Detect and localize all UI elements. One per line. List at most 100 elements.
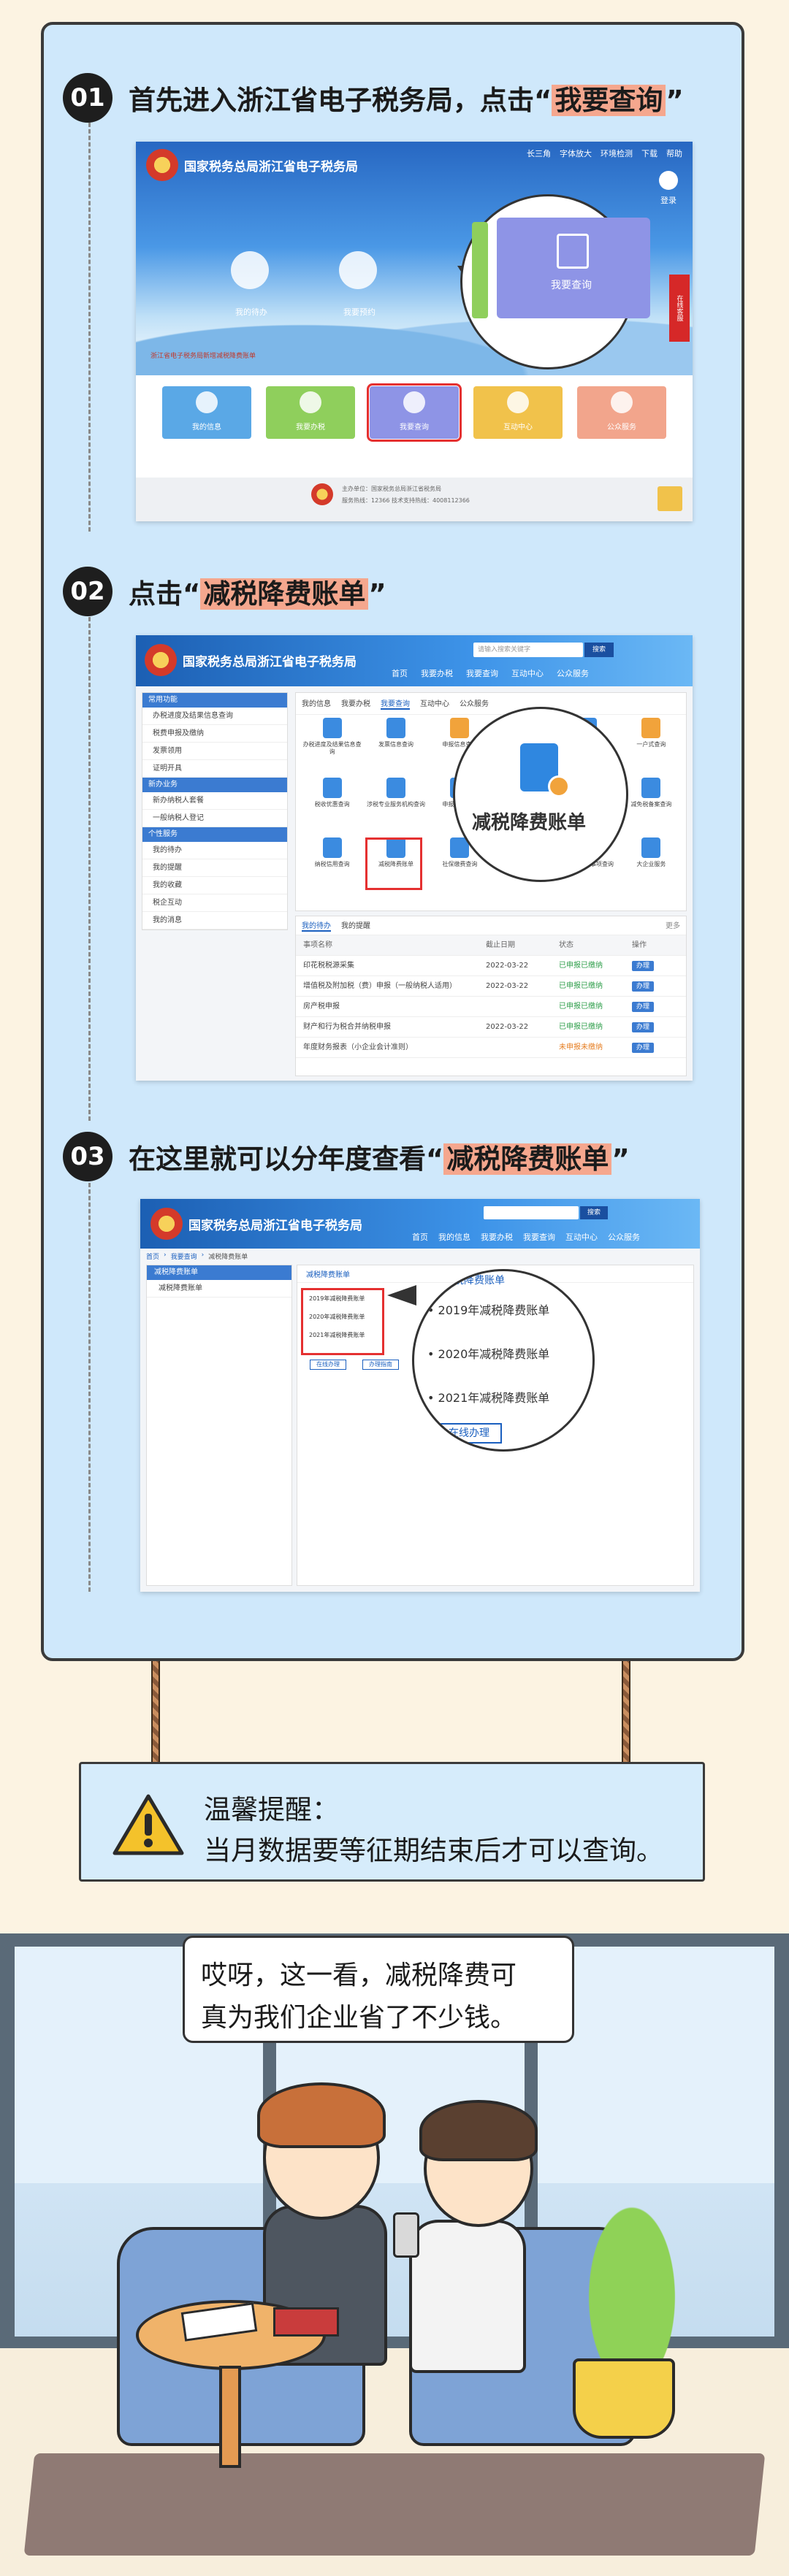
footer-text: 服务热线：12366 技术支持热线：4008112366 — [342, 497, 470, 504]
nav-item[interactable]: 首页 — [412, 1231, 428, 1243]
nav-item[interactable]: 互动中心 — [565, 1231, 598, 1243]
top-link[interactable]: 字体放大 — [560, 147, 592, 159]
nav-item[interactable]: 我的信息 — [438, 1231, 470, 1243]
sidebar-item[interactable]: 我的收藏 — [142, 877, 287, 894]
query-icon-item[interactable]: 减免税备案查询 — [620, 778, 683, 832]
table-cell: 2022-03-22 — [486, 1023, 529, 1031]
query-icon-item[interactable]: 税收优惠查询 — [300, 778, 364, 832]
query-icon-item[interactable]: 涉税专业服务机构查询 — [364, 778, 427, 832]
sidebar-item[interactable]: 办税进度及结果信息查询 — [142, 708, 287, 725]
top-link[interactable]: 环境检测 — [601, 147, 633, 159]
nav-item[interactable]: 我要办税 — [421, 667, 453, 679]
nav-item[interactable]: 我要查询 — [523, 1231, 555, 1243]
table-cell: 2022-03-22 — [486, 982, 529, 990]
user-icon[interactable] — [659, 171, 678, 190]
zoom-bill-item: • 2020年减税降费账单 — [427, 1347, 550, 1361]
query-icon-item[interactable]: 办税进度及结果信息查询 — [300, 718, 364, 772]
breadcrumb-item[interactable]: 首页 — [146, 1251, 159, 1261]
step-number: 01 — [63, 73, 113, 123]
yuan-badge-icon — [548, 775, 570, 797]
breadcrumb-item[interactable]: 我要查询 — [171, 1251, 197, 1261]
table-cell: 增值税及附加税（费）申报（一般纳税人适用） — [303, 982, 457, 990]
handle-button[interactable]: 办理 — [632, 981, 655, 992]
tab-active[interactable]: 我要查询 — [381, 697, 410, 710]
tab[interactable]: 我要办税 — [341, 697, 370, 710]
tab[interactable]: 我的提醒 — [341, 919, 370, 932]
red-highlight-box: 2019年减税降费账单 2020年减税降费账单 2021年减税降费账单 — [301, 1288, 384, 1355]
nav-item[interactable]: 公众服务 — [608, 1231, 640, 1243]
table-cell: 房产税申报 — [303, 1003, 340, 1011]
sidebar: 减税降费账单 减税降费账单 — [146, 1265, 292, 1586]
query-icon — [386, 778, 405, 798]
sidebar-item[interactable]: 税企互动 — [142, 894, 287, 912]
tab[interactable]: 我的信息 — [302, 697, 331, 710]
search-button[interactable]: 搜索 — [584, 643, 614, 657]
sidebar-item[interactable]: 发票领用 — [142, 743, 287, 760]
query-icon-item[interactable]: 发票信息查询 — [364, 718, 427, 772]
step-highlight: 减税降费账单 — [443, 1143, 612, 1175]
sidebar-item[interactable]: 我的提醒 — [142, 859, 287, 877]
step-text: 点击“ 减税降费账单” — [129, 578, 386, 610]
banner-btn-todo[interactable] — [231, 251, 269, 289]
top-link[interactable]: 下载 — [641, 147, 658, 159]
screenshot-bill-page: 国家税务总局浙江省电子税务局 搜索 首页 我的信息 我要办税 我要查询 互动中心… — [140, 1199, 700, 1592]
side-service-tab[interactable]: 在线客服 — [669, 275, 690, 342]
window-post — [774, 1947, 789, 2385]
bill-item[interactable]: 2019年减税降费账单 — [303, 1290, 382, 1303]
window-post — [0, 1947, 15, 2385]
banner-btn-booking[interactable] — [339, 251, 377, 289]
search-input[interactable] — [484, 1206, 579, 1219]
sidebar-item[interactable]: 证明开具 — [142, 760, 287, 778]
nav-item[interactable]: 我要查询 — [466, 667, 498, 679]
site-title: 国家税务总局浙江省电子税务局 — [184, 160, 358, 175]
sidebar-item[interactable]: 一般纳税人登记 — [142, 810, 287, 827]
notice-text[interactable]: 浙江省电子税务局新增减税降费账单 — [150, 350, 256, 360]
footer-badge-icon — [658, 486, 682, 511]
nav-item[interactable]: 公众服务 — [557, 667, 589, 679]
tab-active[interactable]: 我的待办 — [302, 919, 331, 932]
step-number: 02 — [63, 567, 113, 616]
sidebar-item[interactable]: 税费申报及缴纳 — [142, 725, 287, 743]
handle-button[interactable]: 办理 — [632, 1002, 655, 1012]
login-link[interactable]: 登录 — [660, 194, 676, 206]
sidebar-item[interactable]: 减税降费账单 — [147, 1280, 291, 1297]
query-icon — [450, 718, 470, 738]
step-connector — [88, 123, 91, 532]
more-link[interactable]: 更多 — [666, 919, 680, 932]
handle-button[interactable]: 办理 — [632, 1022, 655, 1032]
step-heading: 03 在这里就可以分年度查看“ 减税降费账单” — [63, 1132, 630, 1181]
query-icon-item[interactable]: 纳税信用查询 — [300, 837, 364, 892]
nav-item[interactable]: 互动中心 — [511, 667, 544, 679]
zoom-label: 减税降费账单 — [472, 812, 587, 834]
tile-query[interactable]: 我要查询 — [367, 383, 462, 442]
query-icon-item[interactable]: 大企业服务 — [620, 837, 683, 892]
breadcrumb: 首页 › 我要查询 › 减税降费账单 — [146, 1251, 248, 1261]
tile-public[interactable]: 公众服务 — [577, 386, 666, 439]
sidebar-item[interactable]: 我的消息 — [142, 912, 287, 929]
search-input[interactable]: 请输入搜索关键字 — [473, 643, 583, 657]
sidebar-item[interactable]: 我的待办 — [142, 842, 287, 859]
online-button[interactable]: 在线办理 — [310, 1360, 346, 1370]
table-row: 财产和行为税合并纳税申报 2022-03-22 已申报已缴纳 办理 — [296, 1017, 686, 1038]
tile-my-info[interactable]: 我的信息 — [162, 386, 251, 439]
sidebar-item[interactable]: 新办纳税人套餐 — [142, 792, 287, 810]
handle-button[interactable]: 办理 — [632, 961, 655, 971]
bill-item[interactable]: 2021年减税降费账单 — [303, 1321, 382, 1339]
tax-emblem — [146, 149, 178, 181]
search-button[interactable]: 搜索 — [580, 1206, 608, 1219]
top-link[interactable]: 帮助 — [666, 147, 682, 159]
tab[interactable]: 公众服务 — [460, 697, 489, 710]
top-link[interactable]: 长三角 — [527, 147, 551, 159]
tile-interact[interactable]: 互动中心 — [473, 386, 563, 439]
site-title: 国家税务总局浙江省电子税务局 — [183, 655, 357, 670]
bill-item[interactable]: 2020年减税降费账单 — [303, 1303, 382, 1321]
guide-button[interactable]: 办理指南 — [362, 1360, 399, 1370]
banner-btn-label: 我的待办 — [235, 307, 267, 317]
query-icon-item[interactable]: 一户式查询 — [620, 718, 683, 772]
tile-do-tax[interactable]: 我要办税 — [266, 386, 355, 439]
tab[interactable]: 互动中心 — [420, 697, 449, 710]
handle-button[interactable]: 办理 — [632, 1043, 655, 1053]
nav-item[interactable]: 我要办税 — [481, 1231, 513, 1243]
sidebar-head: 新办业务 — [142, 778, 287, 792]
nav-item[interactable]: 首页 — [392, 667, 408, 679]
